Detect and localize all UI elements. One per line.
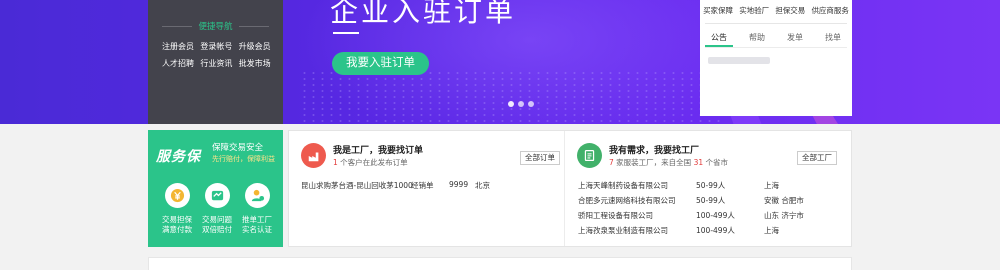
factory-table: 上海天峰制药设备有限公司 50-99人 上海 合肥多元速网络科技有限公司 50-… xyxy=(578,180,848,240)
factory-size: 100-499人 xyxy=(696,226,735,235)
service-item-line1: 交易问题 xyxy=(202,215,232,224)
province-count: 31 xyxy=(693,158,704,167)
next-section-strip xyxy=(148,257,852,270)
factory-count-text: 家服装工厂，来自全国 xyxy=(616,158,692,167)
order-quantity: 9999 xyxy=(449,180,469,189)
carousel-dot-2[interactable] xyxy=(518,101,524,107)
order-type: 经销单 xyxy=(411,181,434,190)
service-item-line1: 推单工厂 xyxy=(242,215,272,224)
link-factory-inspection[interactable]: 实地验厂 xyxy=(739,5,769,16)
hero-title: 企业入驻订单 xyxy=(330,0,517,28)
service-items: 交易担保 满意付款 交易问题 双倍赔付 推单工厂 实名认证 xyxy=(157,183,277,235)
hero-divider xyxy=(333,32,359,34)
quick-nav-panel: 便捷导航 注册会员 登录帐号 升级会员 人才招聘 行业资讯 批发市场 xyxy=(148,0,283,124)
table-row[interactable]: 上海天峰制药设备有限公司 50-99人 上海 xyxy=(578,180,848,195)
quick-link-wholesale[interactable]: 批发市场 xyxy=(239,58,277,69)
divider xyxy=(705,47,847,48)
factory-size: 50-99人 xyxy=(696,181,726,190)
service-item-line2: 满意付款 xyxy=(162,225,192,234)
quick-link-login[interactable]: 登录帐号 xyxy=(200,41,238,52)
factory-size: 100-499人 xyxy=(696,211,735,220)
factory-name: 上海孜泉泵业制造有限公司 xyxy=(578,226,668,235)
all-orders-button[interactable]: 全部订单 xyxy=(520,151,560,165)
quick-link-news[interactable]: 行业资讯 xyxy=(200,58,238,69)
carousel-indicators xyxy=(508,101,534,107)
factory-size: 50-99人 xyxy=(696,196,726,205)
yen-coin-icon xyxy=(164,183,190,208)
join-orders-button[interactable]: 我要入驻订单 xyxy=(332,52,429,75)
service-links: 买家保障 实地验厂 担保交易 供应商服务 xyxy=(700,5,852,16)
hero-dot-pattern xyxy=(300,70,720,124)
factory-count: 7 xyxy=(609,158,614,167)
factory-orders-subtitle: 1 个客户在此发布订单 xyxy=(333,157,408,168)
factory-icon xyxy=(301,143,326,168)
province-count-text: 个省市 xyxy=(705,158,729,167)
customer-count-suffix: 个客户在此发布订单 xyxy=(340,158,408,167)
document-icon xyxy=(577,143,602,168)
factory-location: 上海 xyxy=(764,181,779,190)
quick-link-register[interactable]: 注册会员 xyxy=(162,41,200,52)
notice-tabs: 公告 帮助 发单 找单 xyxy=(700,32,852,47)
service-item-line2: 实名认证 xyxy=(242,225,272,234)
carousel-dot-3[interactable] xyxy=(528,101,534,107)
order-city: 北京 xyxy=(475,181,490,190)
divider xyxy=(705,23,847,24)
quick-nav-heading: 便捷导航 xyxy=(148,20,283,32)
notice-box: 买家保障 实地验厂 担保交易 供应商服务 公告 帮助 发单 找单 xyxy=(700,0,852,116)
service-logo: 服务保 xyxy=(156,149,201,165)
link-supplier-service[interactable]: 供应商服务 xyxy=(811,5,849,16)
service-item-verification[interactable]: 推单工厂 实名认证 xyxy=(237,183,277,235)
factory-location: 安徽 合肥市 xyxy=(764,196,804,205)
orders-panel: 我是工厂，我要找订单 1 个客户在此发布订单 全部订单 昆山求购茅台酒-昆山回收… xyxy=(288,130,852,247)
carousel-dot-1[interactable] xyxy=(508,101,514,107)
quick-link-upgrade[interactable]: 升级会员 xyxy=(239,41,277,52)
service-item-line2: 双倍赔付 xyxy=(202,225,232,234)
link-buyer-protection[interactable]: 买家保障 xyxy=(703,5,733,16)
order-name: 昆山求购茅台酒-昆山回收茅1000 xyxy=(301,181,413,190)
quick-link-jobs[interactable]: 人才招聘 xyxy=(162,58,200,69)
factory-location: 上海 xyxy=(764,226,779,235)
factory-name: 上海天峰制药设备有限公司 xyxy=(578,181,668,190)
service-sub-tagline: 先行赔付，保障利益 xyxy=(212,155,275,163)
service-item-escrow[interactable]: 交易担保 满意付款 xyxy=(157,183,197,235)
table-row[interactable]: 上海孜泉泵业制造有限公司 100-499人 上海 xyxy=(578,225,848,240)
all-factories-button[interactable]: 全部工厂 xyxy=(797,151,837,165)
quick-nav-links: 注册会员 登录帐号 升级会员 人才招聘 行业资讯 批发市场 xyxy=(162,41,277,69)
notice-placeholder-blurred[interactable] xyxy=(708,57,770,64)
link-escrow[interactable]: 担保交易 xyxy=(775,5,805,16)
factory-orders-section: 我是工厂，我要找订单 1 个客户在此发布订单 全部订单 昆山求购茅台酒-昆山回收… xyxy=(289,131,565,246)
find-factory-section: 我有需求，我要找工厂 7 家服装工厂，来自全国 31 个省市 全部工厂 上海天峰… xyxy=(565,131,851,246)
service-tagline: 保障交易安全 xyxy=(212,143,264,153)
tab-post-order[interactable]: 发单 xyxy=(787,32,803,43)
handshake-icon xyxy=(204,183,230,208)
person-check-icon xyxy=(244,183,270,208)
service-item-line1: 交易担保 xyxy=(162,215,192,224)
factory-name: 合肥多元速网络科技有限公司 xyxy=(578,196,676,205)
service-item-compensation[interactable]: 交易问题 双倍赔付 xyxy=(197,183,237,235)
tab-help[interactable]: 帮助 xyxy=(749,32,765,43)
service-guarantee-card[interactable]: 服务保 保障交易安全 先行赔付，保障利益 交易担保 满意付款 交易问题 双倍赔付… xyxy=(148,130,283,247)
table-row[interactable]: 骄阳工程设备有限公司 100-499人 山东 济宁市 xyxy=(578,210,848,225)
tab-announcement[interactable]: 公告 xyxy=(705,32,733,47)
factory-orders-title: 我是工厂，我要找订单 xyxy=(333,146,424,156)
table-row[interactable]: 合肥多元速网络科技有限公司 50-99人 安徽 合肥市 xyxy=(578,195,848,210)
find-factory-title: 我有需求，我要找工厂 xyxy=(609,146,700,156)
factory-name: 骄阳工程设备有限公司 xyxy=(578,211,653,220)
find-factory-subtitle: 7 家服装工厂，来自全国 31 个省市 xyxy=(609,157,728,168)
tab-find-order[interactable]: 找单 xyxy=(825,32,841,43)
customer-count: 1 xyxy=(333,158,338,167)
factory-location: 山东 济宁市 xyxy=(764,211,804,220)
